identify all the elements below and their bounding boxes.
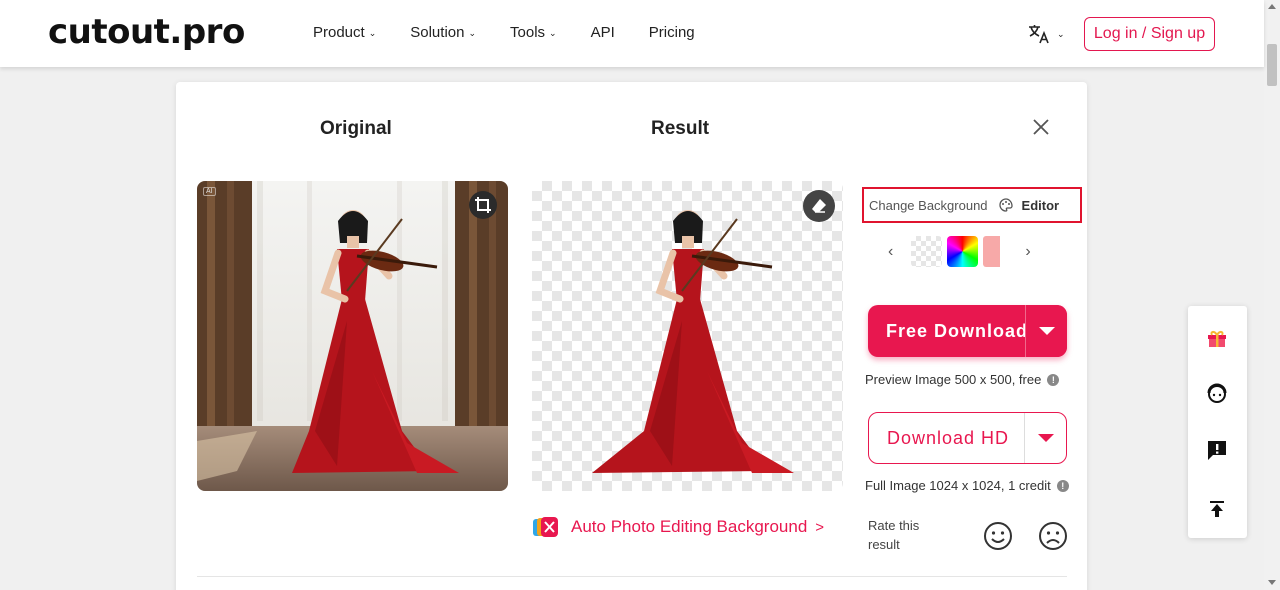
nav-tools-label: Tools	[510, 24, 546, 41]
download-hd-dropdown[interactable]	[1024, 413, 1066, 463]
original-title: Original	[320, 118, 392, 139]
nav-tools[interactable]: Tools ⌄	[510, 24, 557, 41]
feedback-button[interactable]	[1205, 438, 1229, 462]
nav-pricing[interactable]: Pricing	[649, 24, 695, 41]
chevron-right-icon: >	[815, 518, 825, 536]
change-background-panel: Change Background Editor	[862, 187, 1082, 223]
free-download-button[interactable]: Free Download	[868, 305, 1067, 357]
happy-face-icon[interactable]	[983, 521, 1013, 551]
result-title: Result	[651, 118, 710, 139]
gift-button[interactable]	[1205, 326, 1229, 350]
sad-face-icon[interactable]	[1038, 521, 1068, 551]
ai-generated-badge: AI	[203, 187, 216, 196]
free-download-label: Free Download	[886, 320, 1029, 341]
download-hd-label: Download HD	[887, 427, 1010, 448]
swatch-prev-arrow-icon[interactable]: ‹	[888, 243, 893, 261]
page-scrollbar[interactable]	[1264, 0, 1280, 590]
nav-solution[interactable]: Solution ⌄	[410, 24, 476, 41]
crop-icon	[475, 197, 491, 213]
close-icon[interactable]	[1032, 118, 1050, 136]
crop-button[interactable]	[469, 191, 497, 219]
nav-pricing-label: Pricing	[648, 24, 695, 41]
swatch-transparent[interactable]	[911, 236, 943, 267]
download-hd-note: Full Image 1024 x 1024, 1 credit !	[865, 478, 1069, 493]
original-photo	[197, 181, 508, 491]
caret-down-icon	[1037, 434, 1054, 442]
gift-icon	[1208, 331, 1226, 347]
login-signup-button[interactable]: Log in / Sign up	[1084, 17, 1215, 51]
swatch-rainbow[interactable]	[947, 236, 979, 267]
top-header: cutout.pro Product ⌄ Solution ⌄ Tools ⌄ …	[0, 0, 1264, 67]
nav-product-label: Product	[313, 24, 365, 41]
nav-product[interactable]: Product ⌄	[313, 24, 376, 41]
free-download-dropdown[interactable]	[1025, 305, 1067, 357]
auto-photo-editing-link[interactable]: Auto Photo Editing Background >	[533, 516, 824, 538]
scroll-up-arrow-icon[interactable]	[1268, 4, 1276, 9]
feedback-icon	[1208, 441, 1226, 460]
eraser-icon	[812, 199, 826, 213]
chevron-down-icon: ⌄	[549, 28, 557, 38]
main-nav: Product ⌄ Solution ⌄ Tools ⌄ API Pricing	[313, 24, 729, 41]
translate-icon	[1029, 25, 1049, 44]
nav-api[interactable]: API	[591, 24, 615, 41]
change-background-label[interactable]: Change Background	[869, 198, 988, 213]
chevron-down-icon: ⌄	[1057, 28, 1065, 39]
result-cutout	[592, 210, 794, 473]
support-button[interactable]	[1205, 382, 1229, 406]
back-to-top-icon	[1210, 501, 1224, 517]
scroll-down-arrow-icon[interactable]	[1268, 580, 1276, 585]
section-divider	[197, 576, 1067, 577]
editor-button[interactable]: Editor	[998, 197, 1060, 213]
info-icon[interactable]: !	[1056, 479, 1069, 492]
caret-down-icon	[1038, 327, 1055, 335]
app-logo-icon	[533, 517, 558, 537]
info-icon[interactable]: !	[1047, 373, 1060, 386]
language-selector[interactable]: ⌄	[1027, 22, 1065, 46]
swatch-pink[interactable]	[983, 236, 1001, 267]
chevron-down-icon: ⌄	[468, 28, 477, 38]
auto-photo-editing-label: Auto Photo Editing Background	[571, 517, 808, 536]
nav-api-label: API	[590, 24, 615, 41]
support-agent-icon	[1207, 383, 1227, 403]
scroll-thumb[interactable]	[1267, 44, 1277, 86]
nav-solution-label: Solution	[410, 24, 465, 41]
floating-toolbar	[1188, 306, 1247, 538]
download-hd-button[interactable]: Download HD	[868, 412, 1067, 464]
brand-logo[interactable]: cutout.pro	[48, 12, 245, 52]
erase-button[interactable]	[803, 190, 835, 222]
result-card: Original Result AI Change Background Edi…	[176, 82, 1087, 590]
free-download-note-text: Preview Image 500 x 500, free	[865, 372, 1042, 387]
palette-icon	[998, 198, 1013, 212]
editor-label: Editor	[1021, 197, 1060, 213]
result-image	[532, 181, 843, 491]
back-to-top-button[interactable]	[1205, 497, 1229, 521]
chevron-down-icon: ⌄	[368, 28, 377, 38]
swatch-next-arrow-icon[interactable]: ›	[1025, 243, 1030, 261]
download-hd-note-text: Full Image 1024 x 1024, 1 credit	[865, 478, 1051, 493]
free-download-note: Preview Image 500 x 500, free !	[865, 372, 1060, 387]
original-image: AI	[197, 181, 508, 491]
background-swatches: ‹ ›	[888, 236, 1031, 267]
rate-result-label: Rate this result	[868, 518, 920, 552]
